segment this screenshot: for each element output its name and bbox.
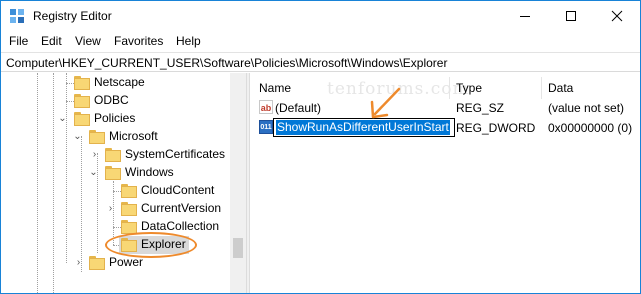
- key-tree[interactable]: Netscape ODBC ⌄ Policies ⌄ Microsoft › S…: [1, 73, 246, 293]
- value-data: (value not set): [548, 101, 625, 115]
- minimize-icon: [520, 16, 530, 17]
- tree-item-microsoft[interactable]: ⌄ Microsoft: [1, 128, 230, 146]
- maximize-icon: [566, 11, 576, 21]
- collapsed-chevron-icon[interactable]: ›: [106, 204, 115, 214]
- value-row-default[interactable]: ab (Default) REG_SZ (value not set): [251, 99, 640, 117]
- value-type: REG_DWORD: [456, 121, 536, 135]
- pane-splitter[interactable]: [246, 73, 250, 293]
- menu-file[interactable]: File: [9, 34, 28, 48]
- folder-icon: [105, 166, 121, 180]
- tree-connector: [66, 83, 74, 84]
- scrollbar-thumb[interactable]: [233, 238, 243, 258]
- tree-connector: [113, 191, 121, 192]
- menu-edit[interactable]: Edit: [41, 34, 62, 48]
- menu-view[interactable]: View: [75, 34, 101, 48]
- tree-item-label: Microsoft: [109, 129, 158, 143]
- tree-item-label: Windows: [125, 165, 174, 179]
- menu-help[interactable]: Help: [176, 34, 201, 48]
- annotation-arrow-icon: [370, 87, 401, 119]
- address-path[interactable]: Computer\HKEY_CURRENT_USER\Software\Poli…: [6, 56, 447, 70]
- expanded-chevron-icon[interactable]: ⌄: [89, 168, 98, 178]
- reg-sz-icon: ab: [259, 100, 273, 114]
- tree-item-label: SystemCertificates: [125, 147, 226, 161]
- registry-editor-window: Registry Editor File Edit View Favorites…: [0, 0, 641, 294]
- tree-item-label: CurrentVersion: [141, 201, 222, 215]
- rename-input-text[interactable]: ShowRunAsDifferentUserInStart: [276, 120, 450, 135]
- folder-icon: [121, 184, 137, 198]
- expanded-chevron-icon[interactable]: ⌄: [73, 132, 82, 142]
- tree-connector: [66, 101, 74, 102]
- value-row-showrunas[interactable]: 011 ShowRunAsDifferentUserInStart REG_DW…: [251, 118, 640, 137]
- tree-item-label: CloudContent: [141, 183, 215, 197]
- folder-icon: [121, 202, 137, 216]
- tree-item-policies[interactable]: ⌄ Policies: [1, 110, 230, 128]
- rename-input[interactable]: ShowRunAsDifferentUserInStart: [273, 118, 455, 137]
- window-title: Registry Editor: [33, 9, 112, 23]
- tree-item-currentversion[interactable]: › CurrentVersion: [1, 200, 230, 218]
- tree-item-cloudcontent[interactable]: CloudContent: [1, 182, 230, 200]
- collapsed-chevron-icon[interactable]: ›: [90, 150, 99, 160]
- tree-item-label: Policies: [94, 111, 136, 125]
- column-header-type[interactable]: Type: [456, 81, 482, 95]
- annotation-circle: [105, 232, 197, 258]
- tree-scrollbar[interactable]: [230, 73, 246, 293]
- folder-icon: [74, 94, 90, 108]
- reg-dword-icon: 011: [259, 120, 273, 134]
- column-divider[interactable]: [541, 77, 542, 99]
- folder-icon: [74, 112, 90, 126]
- tree-item-label: DataCollection: [141, 219, 220, 233]
- collapsed-chevron-icon[interactable]: ›: [74, 258, 83, 268]
- expanded-chevron-icon[interactable]: ⌄: [58, 114, 67, 124]
- folder-icon: [89, 130, 105, 144]
- tree-item-systemcertificates[interactable]: › SystemCertificates: [1, 146, 230, 164]
- title-bar[interactable]: Registry Editor: [1, 1, 640, 31]
- menu-bar: File Edit View Favorites Help: [1, 31, 640, 51]
- tree-item-netscape[interactable]: Netscape: [1, 74, 230, 92]
- registry-editor-icon: [10, 9, 24, 23]
- value-data: 0x00000000 (0): [548, 121, 633, 135]
- value-list[interactable]: tenforums.com Name Type Data ab (Default…: [251, 73, 640, 293]
- address-bar[interactable]: Computer\HKEY_CURRENT_USER\Software\Poli…: [1, 52, 640, 72]
- tree-item-odbc[interactable]: ODBC: [1, 92, 230, 110]
- tree-item-label: Netscape: [94, 75, 145, 89]
- maximize-button[interactable]: [548, 1, 594, 31]
- close-button[interactable]: [594, 1, 640, 31]
- folder-icon: [105, 148, 121, 162]
- close-icon: [611, 10, 623, 22]
- tree-item-label: ODBC: [94, 93, 129, 107]
- tree-connector: [113, 227, 121, 228]
- column-divider[interactable]: [449, 77, 450, 99]
- value-type: REG_SZ: [456, 101, 505, 115]
- tree-item-windows[interactable]: ⌄ Windows: [1, 164, 230, 182]
- column-header-name[interactable]: Name: [259, 81, 291, 95]
- minimize-button[interactable]: [502, 1, 548, 31]
- menu-favorites[interactable]: Favorites: [114, 34, 163, 48]
- tree-item-datacollection[interactable]: DataCollection: [1, 218, 230, 236]
- folder-icon: [89, 256, 105, 270]
- folder-icon: [74, 76, 90, 90]
- value-name: (Default): [275, 101, 322, 115]
- tree-item-power[interactable]: › Power: [1, 254, 230, 272]
- column-header-data[interactable]: Data: [548, 81, 573, 95]
